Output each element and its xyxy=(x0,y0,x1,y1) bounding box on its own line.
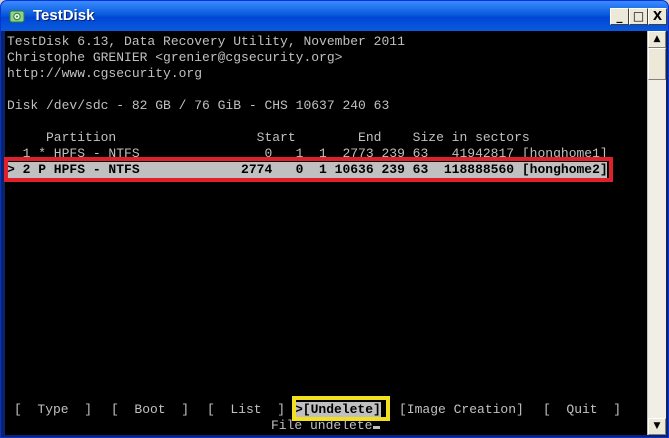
scroll-down-button[interactable]: ▼ xyxy=(648,418,666,435)
status-text: File undelete xyxy=(271,418,373,433)
menu-image-creation[interactable]: [Image Creation] xyxy=(399,402,524,418)
header-line-author: Christophe GRENIER <grenier@cgsecurity.o… xyxy=(7,50,343,65)
scroll-up-button[interactable]: ▲ xyxy=(648,31,666,48)
window-title: TestDisk xyxy=(33,7,95,24)
title-bar[interactable]: TestDisk _ □ X xyxy=(1,1,668,31)
maximize-button[interactable]: □ xyxy=(629,8,648,25)
testdisk-window: TestDisk _ □ X TestDisk 6.13, Data Recov… xyxy=(0,0,669,438)
header-line-version: TestDisk 6.13, Data Recovery Utility, No… xyxy=(7,34,405,49)
menu-quit[interactable]: [ Quit ] xyxy=(543,402,621,418)
partition-table-header: Partition Start End Size in sectors xyxy=(7,130,530,145)
app-icon xyxy=(9,10,25,23)
red-highlight-box xyxy=(4,157,613,182)
header-line-url: http://www.cgsecurity.org xyxy=(7,66,203,81)
scroll-thumb[interactable] xyxy=(648,48,666,80)
text-cursor xyxy=(373,426,381,429)
menu-list[interactable]: [ List ] xyxy=(207,402,285,418)
console-area[interactable]: TestDisk 6.13, Data Recovery Utility, No… xyxy=(4,31,647,435)
disk-info: Disk /dev/sdc - 82 GB / 76 GiB - CHS 106… xyxy=(7,98,390,113)
menu-boot[interactable]: [ Boot ] xyxy=(111,402,189,418)
status-line: File undelete xyxy=(271,418,381,434)
minimize-button[interactable]: _ xyxy=(610,8,629,25)
vertical-scrollbar[interactable]: ▲ ▼ xyxy=(647,31,666,435)
close-button[interactable]: X xyxy=(648,8,667,25)
menu-type[interactable]: [ Type ] xyxy=(14,402,92,418)
